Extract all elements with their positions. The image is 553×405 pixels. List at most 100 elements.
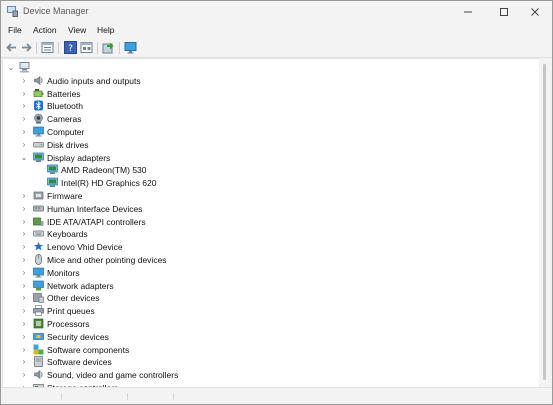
camera-icon xyxy=(34,113,43,124)
update-driver-icon[interactable] xyxy=(102,41,115,54)
computer-icon xyxy=(33,126,44,137)
tree-category-item[interactable]: › Software components xyxy=(3,344,523,356)
tree-category-item[interactable]: › Audio inputs and outputs xyxy=(3,75,523,87)
firmware-icon xyxy=(33,191,44,200)
vertical-scroll-thumb[interactable] xyxy=(543,64,546,380)
tree-category-item[interactable]: › Firmware xyxy=(3,190,523,202)
menu-file[interactable]: File xyxy=(8,25,22,35)
chevron-right-icon[interactable]: › xyxy=(20,357,28,367)
computer-root-icon xyxy=(19,62,30,73)
tree-category-item[interactable]: › Other devices xyxy=(3,292,523,304)
tree-category-item[interactable]: › Network adapters xyxy=(3,280,523,292)
close-button[interactable] xyxy=(518,1,552,23)
tree-item-label: Intel(R) HD Graphics 620 xyxy=(61,178,157,189)
tree-category-item[interactable]: › Security devices xyxy=(3,331,523,343)
svg-text:?: ? xyxy=(68,44,73,54)
chevron-right-icon[interactable]: › xyxy=(20,76,28,86)
tree-category-item[interactable]: › Keyboards xyxy=(3,228,523,240)
tree-item-label: Lenovo Vhid Device xyxy=(47,242,123,253)
forward-arrow-icon[interactable] xyxy=(20,41,33,54)
chevron-right-icon[interactable]: › xyxy=(20,242,28,252)
chevron-right-icon[interactable]: › xyxy=(20,293,28,303)
chevron-right-icon[interactable]: › xyxy=(20,319,28,329)
tree-root[interactable]: ⌄ xyxy=(3,62,523,74)
tree-category-item[interactable]: ⌄ Display adapters xyxy=(3,152,523,164)
device-manager-app-icon xyxy=(7,6,18,17)
tree-item-label: Disk drives xyxy=(47,139,89,150)
tree-item-label: Keyboards xyxy=(47,229,88,240)
mouse-icon xyxy=(35,254,42,265)
tree-category-item[interactable]: › Processors xyxy=(3,318,523,330)
tree-item-label: Firmware xyxy=(47,191,83,201)
tree-category-item[interactable]: › Bluetooth xyxy=(3,100,523,112)
tree-category-item[interactable]: › Computer xyxy=(3,126,523,138)
chevron-right-icon[interactable]: › xyxy=(20,281,28,291)
properties-icon[interactable] xyxy=(41,41,54,54)
tree-item-label: Audio inputs and outputs xyxy=(47,75,141,86)
tree-category-item[interactable]: › Monitors xyxy=(3,267,523,279)
tree-item-label: Bluetooth xyxy=(47,101,83,112)
tree-child-item[interactable]: Intel(R) HD Graphics 620 xyxy=(3,177,523,189)
minimize-button[interactable] xyxy=(451,1,485,23)
adapter-icon xyxy=(47,177,58,188)
hid-device-icon xyxy=(34,242,43,251)
adapter-icon xyxy=(47,165,58,175)
chevron-right-icon[interactable]: › xyxy=(20,140,28,150)
tree-category-item[interactable]: › Print queues xyxy=(3,305,523,317)
back-arrow-icon[interactable] xyxy=(5,41,18,54)
tree-category-item[interactable]: › Software devices xyxy=(3,356,523,368)
tree-category-item[interactable]: › Disk drives xyxy=(3,139,523,151)
chevron-right-icon[interactable]: › xyxy=(20,255,28,265)
printer-icon xyxy=(33,305,44,316)
chevron-right-icon[interactable]: › xyxy=(20,268,28,278)
chevron-down-icon[interactable]: ⌄ xyxy=(20,153,28,163)
chevron-right-icon[interactable]: › xyxy=(20,127,28,137)
chevron-right-icon[interactable]: › xyxy=(20,191,28,201)
tree-category-item[interactable]: › IDE ATA/ATAPI controllers xyxy=(3,216,523,228)
tree-child-item[interactable]: AMD Radeon(TM) 530 xyxy=(3,164,523,176)
tree-item-label: Monitors xyxy=(47,267,80,278)
chevron-right-icon[interactable]: › xyxy=(20,345,28,355)
show-hidden-devices-icon[interactable] xyxy=(80,41,93,54)
chevron-right-icon[interactable]: › xyxy=(20,370,28,380)
minimize-icon xyxy=(464,11,472,13)
tree-category-item[interactable]: › Mice and other pointing devices xyxy=(3,254,523,266)
chevron-right-icon[interactable]: › xyxy=(20,217,28,227)
chevron-right-icon[interactable]: › xyxy=(20,204,28,214)
chevron-right-icon[interactable]: › xyxy=(20,332,28,342)
maximize-button[interactable] xyxy=(487,1,521,23)
status-segment xyxy=(63,393,128,400)
keyboard-icon xyxy=(33,231,44,237)
tree-item-label: Network adapters xyxy=(47,280,114,291)
sound-icon xyxy=(34,370,43,380)
chevron-right-icon[interactable]: › xyxy=(20,114,28,124)
monitor-icon[interactable] xyxy=(124,41,137,54)
tree-item-label: Cameras xyxy=(47,114,82,125)
tree-category-item[interactable]: › Batteries xyxy=(3,88,523,100)
tree-category-item[interactable]: › Human Interface Devices xyxy=(3,203,523,215)
vertical-scrollbar[interactable] xyxy=(539,58,551,386)
toolbar-separator xyxy=(36,42,37,54)
menu-view[interactable]: View xyxy=(68,25,86,35)
help-icon[interactable]: ? xyxy=(64,41,77,54)
monitor-icon xyxy=(33,267,44,278)
tree-item-label: Security devices xyxy=(47,331,109,342)
menu-action[interactable]: Action xyxy=(33,25,57,35)
chevron-right-icon[interactable]: › xyxy=(20,89,28,99)
maximize-icon xyxy=(500,8,508,16)
status-bar xyxy=(1,387,552,404)
tree-category-item[interactable]: › Cameras xyxy=(3,113,523,125)
tree-item-label: Mice and other pointing devices xyxy=(47,255,167,265)
chevron-right-icon[interactable]: › xyxy=(20,306,28,316)
menu-bar: File Action View Help xyxy=(1,23,552,39)
chevron-right-icon[interactable]: › xyxy=(20,229,28,239)
tree-item-label: Computer xyxy=(47,127,85,137)
toolbar-separator xyxy=(58,42,59,54)
tree-item-label: IDE ATA/ATAPI controllers xyxy=(47,216,146,227)
menu-help[interactable]: Help xyxy=(97,25,114,35)
tree-category-item[interactable]: › Lenovo Vhid Device xyxy=(3,241,523,253)
tree-category-item[interactable]: › Sound, video and game controllers xyxy=(3,369,523,381)
toolbar-separator xyxy=(119,42,120,54)
chevron-right-icon[interactable]: › xyxy=(20,101,28,111)
chevron-down-icon[interactable]: ⌄ xyxy=(7,63,15,73)
